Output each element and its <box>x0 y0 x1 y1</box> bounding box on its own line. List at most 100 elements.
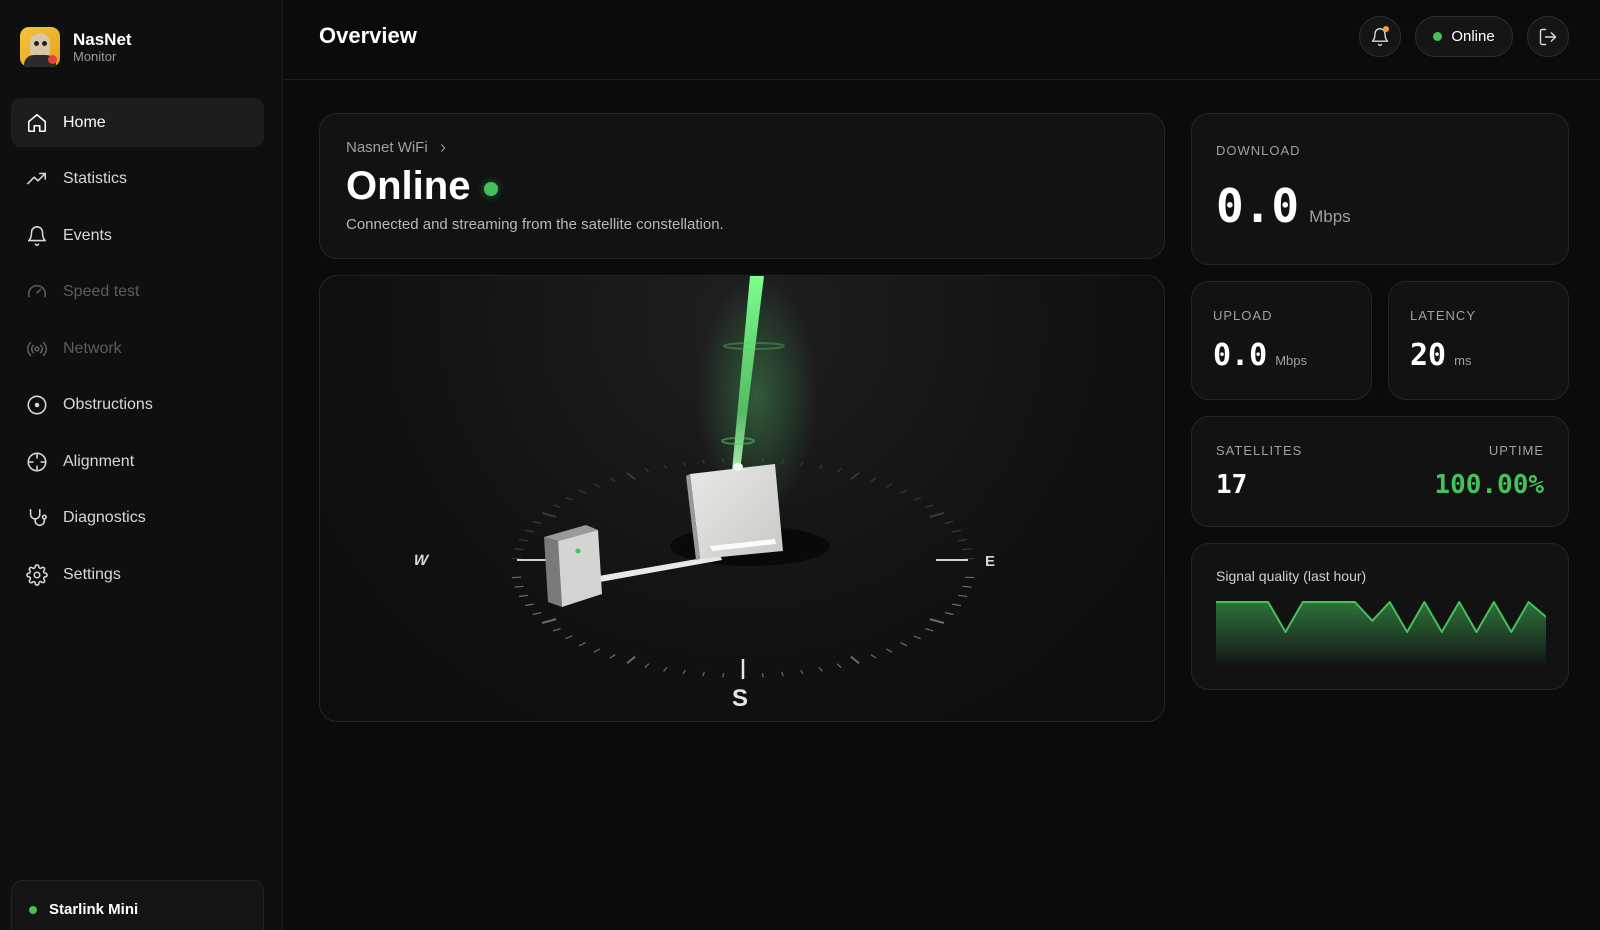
compass-tick <box>644 467 650 473</box>
bell-icon <box>26 225 48 247</box>
connection-status: Online <box>346 164 499 209</box>
compass-tick <box>541 618 557 624</box>
compass-tick <box>722 673 725 678</box>
latency-card: LATENCY 20 ms <box>1388 281 1569 400</box>
sidebar-item-label: Obstructions <box>63 396 153 413</box>
satellites-uptime-card: SATELLITES UPTIME 17 100.00% <box>1191 416 1569 527</box>
status-label: Online <box>1451 28 1495 45</box>
sidebar-item-network[interactable]: Network <box>11 324 264 373</box>
brand-subtitle: Monitor <box>73 49 117 64</box>
compass-tick <box>663 464 668 470</box>
compass-tick <box>593 648 601 653</box>
online-indicator <box>484 181 499 196</box>
sidebar-nav: Home Statistics Events Speed test Networ… <box>11 98 264 607</box>
compass-tick <box>552 628 561 632</box>
device-status-dot <box>29 906 37 914</box>
dish-visualization[interactable]: W E S <box>319 275 1165 722</box>
compass-tick <box>900 489 908 494</box>
uptime-label: UPTIME <box>1488 443 1544 458</box>
page-title: Overview <box>319 23 417 48</box>
compass-west-label: W <box>412 552 431 569</box>
compass-tick <box>578 642 586 647</box>
connection-status-pill[interactable]: Online <box>1415 16 1513 57</box>
download-label: DOWNLOAD <box>1216 143 1301 158</box>
sidebar-item-label: Network <box>63 339 122 357</box>
compass-tick <box>518 538 528 542</box>
compass-tick <box>565 496 573 501</box>
compass-tick <box>626 655 636 665</box>
sidebar-item-diagnostics[interactable]: Diagnostics <box>11 494 264 543</box>
logout-button[interactable] <box>1527 16 1569 57</box>
compass-tick <box>836 467 842 473</box>
compass-east-label: E <box>985 553 995 570</box>
signal-sparkline <box>1216 601 1546 666</box>
sidebar-item-statistics[interactable]: Statistics <box>11 155 264 204</box>
compass-tick <box>609 477 616 482</box>
uptime-value: 100.00% <box>1434 470 1544 500</box>
brand[interactable]: NasNet Monitor <box>20 27 132 67</box>
compass-tick <box>682 461 686 467</box>
compass-tick <box>952 603 962 607</box>
compass-tick <box>962 548 972 551</box>
download-value: 0.0 <box>1216 179 1300 233</box>
compass-tick <box>800 669 804 675</box>
device-selector[interactable]: Starlink Mini <box>11 880 264 930</box>
compass-tick <box>958 594 968 598</box>
trend-icon <box>26 168 48 190</box>
compass-south-label: S <box>732 685 748 712</box>
compass-tick <box>818 464 823 470</box>
compass-tick <box>532 612 542 616</box>
network-name: Nasnet WiFi <box>346 139 428 156</box>
sidebar-item-label: Diagnostics <box>63 509 146 526</box>
compass-tick <box>781 671 784 677</box>
compass-tick <box>913 635 921 640</box>
sidebar-item-events[interactable]: Events <box>11 211 264 260</box>
target-icon <box>26 394 48 416</box>
sidebar-item-alignment[interactable]: Alignment <box>11 437 264 486</box>
compass-tick <box>900 642 908 647</box>
satellites-value: 17 <box>1216 470 1248 500</box>
sidebar-item-obstructions[interactable]: Obstructions <box>11 381 264 430</box>
compass-tick <box>663 666 668 672</box>
compass-tick <box>885 648 893 653</box>
sidebar-item-label: Alignment <box>63 452 135 470</box>
sidebar-item-label: Home <box>63 113 106 131</box>
compass-tick <box>929 512 945 518</box>
compass-tick <box>913 496 921 501</box>
compass-tick <box>593 483 601 488</box>
sidebar-item-settings[interactable]: Settings <box>11 550 264 599</box>
sidebar-item-label: Events <box>63 226 112 244</box>
router-unit <box>544 525 602 607</box>
logout-icon <box>1539 28 1557 45</box>
compass-tick <box>514 548 524 551</box>
notifications-button[interactable] <box>1359 16 1401 57</box>
compass-tick <box>524 529 534 533</box>
compass-tick <box>929 618 945 624</box>
compass-tick <box>925 504 934 508</box>
sidebar: NasNet Monitor Home Statistics Events Sp… <box>0 0 283 930</box>
upload-card: UPLOAD 0.0 Mbps <box>1191 281 1372 400</box>
compass-tick <box>944 520 954 524</box>
upload-value: 0.0 <box>1213 338 1268 373</box>
compass-tick <box>870 477 877 482</box>
compass-tick <box>818 666 823 672</box>
gear-icon <box>26 563 48 586</box>
signal-quality-card: Signal quality (last hour) <box>1191 543 1569 690</box>
compass-tick <box>541 512 557 518</box>
compass-tick <box>952 529 962 533</box>
compass-tick <box>702 459 705 465</box>
compass-tick <box>850 471 860 481</box>
compass-tick <box>885 483 893 488</box>
sidebar-item-label: Statistics <box>63 170 128 187</box>
broadcast-icon <box>26 338 48 360</box>
sidebar-item-speed-test[interactable]: Speed test <box>11 268 264 317</box>
compass-tick <box>958 538 968 542</box>
status-dot <box>1433 32 1443 41</box>
compass-tick <box>962 585 972 588</box>
compass-tick <box>702 671 705 677</box>
compass-tick <box>644 663 650 669</box>
sidebar-item-home[interactable]: Home <box>11 98 264 147</box>
network-link[interactable]: Nasnet WiFi <box>346 139 450 156</box>
satellites-label: SATELLITES <box>1216 443 1303 458</box>
compass-tick <box>578 489 586 494</box>
